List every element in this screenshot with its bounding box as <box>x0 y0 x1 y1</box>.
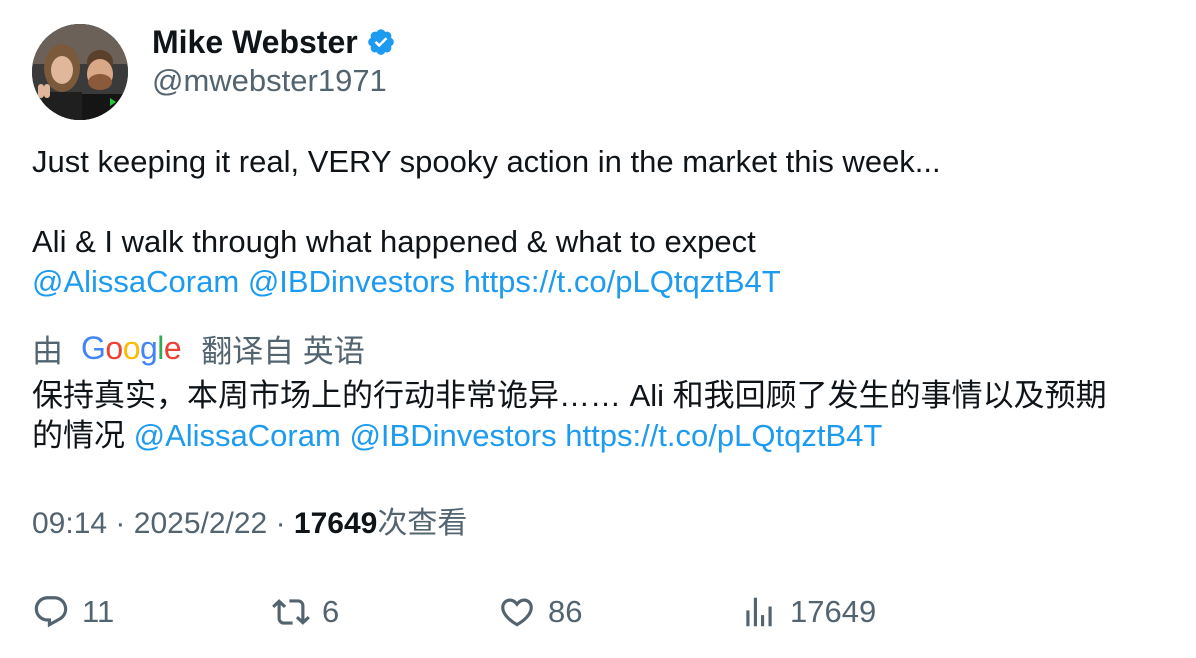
retweet-button[interactable]: 6 <box>272 590 339 634</box>
mention-alissacoram-link[interactable]: @AlissaCoram <box>32 264 239 299</box>
views-label: 次查看 <box>377 507 468 540</box>
mention-ibdinvestors-link[interactable]: @IBDinvestors <box>248 264 455 299</box>
reply-button[interactable]: 11 <box>32 590 114 634</box>
tweet-line-1: Just keeping it real, VERY spooky action… <box>32 144 941 179</box>
google-letter: o <box>105 329 123 366</box>
translation-line-2: 的情况 @AlissaCoram @IBDinvestors https://t… <box>32 416 1172 456</box>
tweet-date[interactable]: 2025/2/22 <box>134 507 267 540</box>
translation-line-1: 保持真实，本周市场上的行动非常诡异…… Ali 和我回顾了发生的事情以及预期 <box>32 378 1107 413</box>
google-letter: e <box>163 329 182 366</box>
meta-separator: · <box>275 507 286 540</box>
translation-line-2-prefix: 的情况 <box>32 418 125 453</box>
translation-url-link[interactable]: https://t.co/pLQtqztB4T <box>565 418 882 453</box>
reply-icon <box>32 593 70 631</box>
google-logo: Google <box>81 329 182 367</box>
tweet-line-2: Ali & I walk through what happened & wha… <box>32 224 756 259</box>
avatar-image <box>32 24 128 120</box>
views-bar-chart-icon <box>740 593 778 631</box>
avatar[interactable] <box>32 24 128 120</box>
like-count: 86 <box>548 594 583 629</box>
views-button[interactable]: 17649 <box>740 590 876 634</box>
retweet-icon <box>272 593 310 631</box>
heart-icon <box>498 593 536 631</box>
tweet-time[interactable]: 09:14 <box>32 507 107 540</box>
tweet-text: Just keeping it real, VERY spooky action… <box>32 142 1162 302</box>
tweet-meta: 09:14 · 2025/2/22 · 17649次查看 <box>32 504 467 544</box>
translated-text: 保持真实，本周市场上的行动非常诡异…… Ali 和我回顾了发生的事情以及预期 的… <box>32 376 1172 456</box>
author-name-row: Mike Webster <box>152 22 396 62</box>
action-bar: 11 6 86 17649 <box>32 590 1162 634</box>
tweet-url-link[interactable]: https://t.co/pLQtqztB4T <box>464 264 781 299</box>
views-count: 17649 <box>293 507 378 540</box>
translated-by-prefix: 由 <box>32 333 63 369</box>
author-name[interactable]: Mike Webster <box>152 22 358 62</box>
meta-separator: · <box>115 507 126 540</box>
translation-mention-ibdinvestors-link[interactable]: @IBDinvestors <box>349 418 556 453</box>
translated-by-google[interactable]: 由 Google 翻译自 英语 <box>32 328 365 369</box>
like-button[interactable]: 86 <box>498 590 582 634</box>
google-letter: G <box>81 329 106 366</box>
google-letter: l <box>157 329 164 366</box>
translated-from-label: 翻译自 英语 <box>201 333 365 369</box>
retweet-count: 6 <box>322 594 340 629</box>
views-action-count: 17649 <box>790 594 877 629</box>
google-letter: g <box>139 329 158 366</box>
tweet-links-line: @AlissaCoram @IBDinvestors https://t.co/… <box>32 262 1162 302</box>
reply-count: 11 <box>82 594 115 629</box>
verified-badge-icon[interactable] <box>366 27 396 57</box>
translation-mention-alissacoram-link[interactable]: @AlissaCoram <box>134 418 341 453</box>
author-handle[interactable]: @mwebster1971 <box>152 62 387 100</box>
google-letter: o <box>122 329 141 366</box>
